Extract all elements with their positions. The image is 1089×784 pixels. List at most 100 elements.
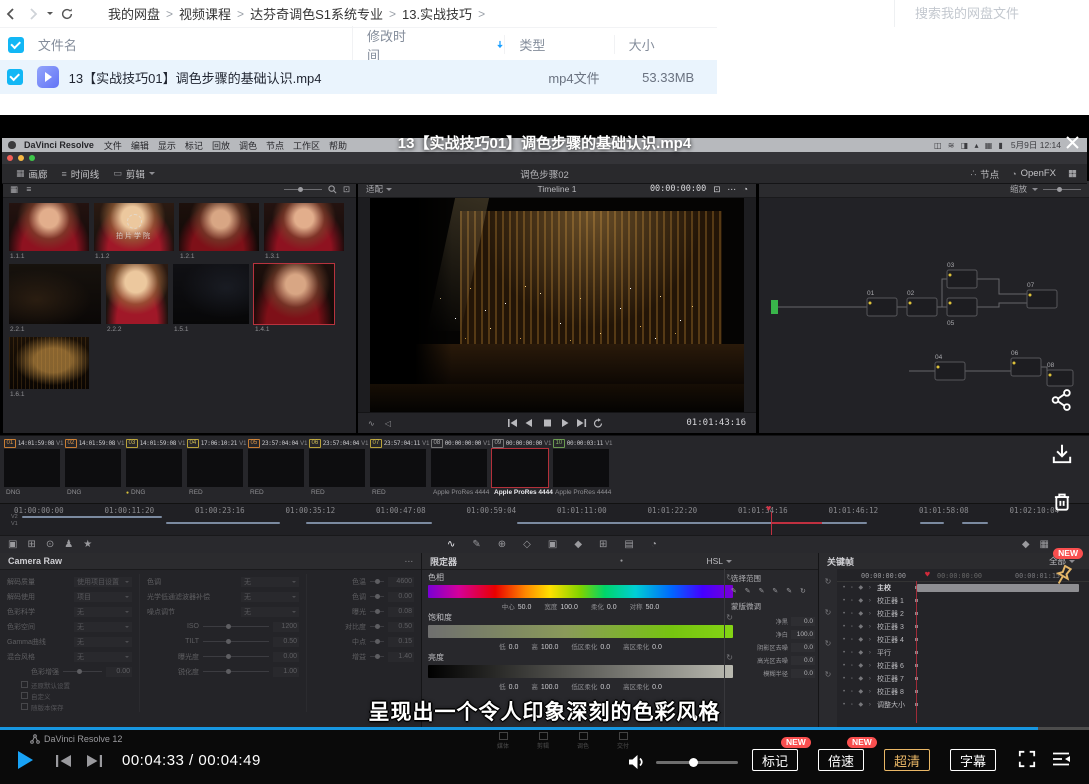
palette-icon: ⊕ [498,538,506,552]
fullscreen-icon[interactable] [1018,750,1036,773]
clip-number: 03 [126,439,138,448]
clip-flag-icon: ● [126,490,129,496]
traffic-light-max [29,155,35,161]
palette-icon: ✎ [472,538,480,552]
keyframe-track-row: • ▫ ◆ › 校正器 4 [837,633,1089,646]
quality-button[interactable]: 超清 [884,749,930,771]
node-graph: 01 02 03 05 07 04 06 08 [759,198,1089,432]
timeline-clip: 02 14:01:59:08 V1 DNG [65,439,126,505]
previous-button[interactable] [55,754,72,773]
track-row-icons: • ▫ ◆ › [843,597,877,604]
back-icon[interactable] [0,3,22,25]
palette-icon: ▣ [8,538,17,552]
close-icon[interactable] [1065,135,1080,155]
resolve-page-tab: 交付 [617,732,629,750]
camera-raw-field: 色彩科学 无 [7,604,132,619]
hue-section: 色相↻ [428,571,733,584]
palette-icon: ♟ [64,538,73,552]
column-filename[interactable]: 文件名 [38,35,352,54]
timeline-clip: 10 00:00:03:11 V1 Apple ProRes 4444 [553,439,614,505]
breadcrumb-item[interactable]: 我的网盘 [108,4,160,23]
volume-knob[interactable] [689,758,698,767]
clip-codec: Apple ProRes 4444 [433,489,489,496]
breadcrumb-item[interactable]: 视频课程 [179,4,231,23]
gallery-button: ▦画廊 [16,167,48,181]
breadcrumb: 我的网盘 > 视频课程 > 达芬奇调色S1系统专业 > 13.实战技巧 > [102,4,485,23]
download-icon[interactable] [1050,442,1076,468]
still-label: 1.6.1 [10,391,89,398]
clip-track: V1 [544,441,551,447]
search-box[interactable] [894,0,1089,27]
still-thumbnail [9,203,89,251]
column-modified[interactable]: 修改时间 [352,26,504,64]
search-input[interactable] [913,5,1067,22]
mark-button[interactable]: 标记 [752,749,798,771]
keyframe-playhead-icon: ♥ [925,570,930,579]
ruler-tick: 01:01:22:20 [648,506,739,515]
clip-track: V1 [605,441,612,447]
history-caret-icon[interactable] [44,3,56,25]
camera-raw-checkbox: 还原默认设置 [7,679,132,690]
stills-row-2: 2.2.1 2.2.2 1.5.1 [9,264,352,333]
palette-icon: ◆ [574,538,582,552]
breadcrumb-item[interactable]: 达芬奇调色S1系统专业 [250,4,383,23]
clip-thumbnail [4,449,60,487]
camera-raw-slider: 增益 1.40 [314,649,414,664]
browser-toolbar: 我的网盘 > 视频课程 > 达芬奇调色S1系统专业 > 13.实战技巧 > [0,0,1089,27]
project-title: 调色步骤02 [2,167,1087,181]
video-player[interactable]: 13【实战技巧01】调色步骤的基础认识.mp4 DaVinci Resolve … [0,115,1089,784]
clip-timecode: 00:00:00:00 [506,440,542,447]
clip-thumbnail [309,449,365,487]
file-name[interactable]: 13【实战技巧01】调色步骤的基础认识.mp4 [69,68,418,87]
breadcrumb-separator: > [237,7,244,21]
timeline-clip: 01 14:01:59:08 V1 DNG [4,439,65,505]
sort-desc-icon[interactable] [496,39,504,50]
pin-icon[interactable] [1050,563,1076,589]
clip-number: 04 [187,439,199,448]
file-row[interactable]: 13【实战技巧01】调色步骤的基础认识.mp4 mp4文件 53.33MB [0,60,717,94]
clip-codec: DNG [131,489,145,496]
clip-codec: DNG [6,489,20,496]
transport-timecode: 01:01:43:16 [686,418,746,428]
play-button[interactable] [18,751,33,769]
hue-gradient-bar [428,585,733,598]
column-type[interactable]: 类型 [504,35,613,54]
camera-raw-slider: 色彩增强 0.00 [7,664,132,679]
clip-track: V1 [56,441,63,447]
gallery-still: 2.2.1 [9,264,101,333]
camera-raw-field: Gamma曲线 无 [7,634,132,649]
viewer-timecode: 00:00:00:00 [650,184,706,194]
transport-controls [502,417,612,429]
breadcrumb-separator: > [478,7,485,21]
share-icon[interactable] [1050,388,1076,414]
svg-text:02: 02 [907,290,915,297]
camera-raw-slider: 曝光度 0.00 [147,649,299,664]
refresh-icon[interactable] [56,3,78,25]
svg-text:04: 04 [935,354,943,361]
video-watermark: DaVinci Resolve 12 [30,734,122,744]
speed-button[interactable]: 倍速 [818,749,864,771]
track-label-v2: V2 [11,514,18,520]
node-zoom-dropdown: 缩放 [1010,183,1081,195]
breadcrumb-item[interactable]: 13.实战技巧 [402,4,472,23]
clip-codec: RED [372,489,386,496]
resolve-logo-icon [30,734,40,744]
volume-icon[interactable] [628,754,647,770]
volume-slider[interactable] [656,761,738,764]
clip-codec: RED [311,489,325,496]
keyframe-track-row: • ▫ ◆ › 平行 [837,646,1089,659]
next-button[interactable] [86,754,103,773]
camera-raw-slider: 色温 4600 [314,574,414,589]
ruler-tick: 01:01:58:08 [919,506,1010,515]
watermark-logo: 拍片学院 [94,203,174,251]
timeline-clip: 05 23:57:04:04 V1 RED [248,439,309,505]
ruler-tick: 01:00:23:16 [195,506,286,515]
delete-icon[interactable] [1050,490,1076,516]
column-size[interactable]: 大小 [614,35,717,54]
subtitle-button[interactable]: 字幕 [950,749,996,771]
playlist-icon[interactable] [1051,751,1071,772]
saturation-section: 饱和度↻ [428,611,733,624]
select-all-checkbox[interactable] [8,37,24,53]
row-checkbox[interactable] [7,69,23,85]
ruler-tick: 01:01:46:12 [829,506,920,515]
